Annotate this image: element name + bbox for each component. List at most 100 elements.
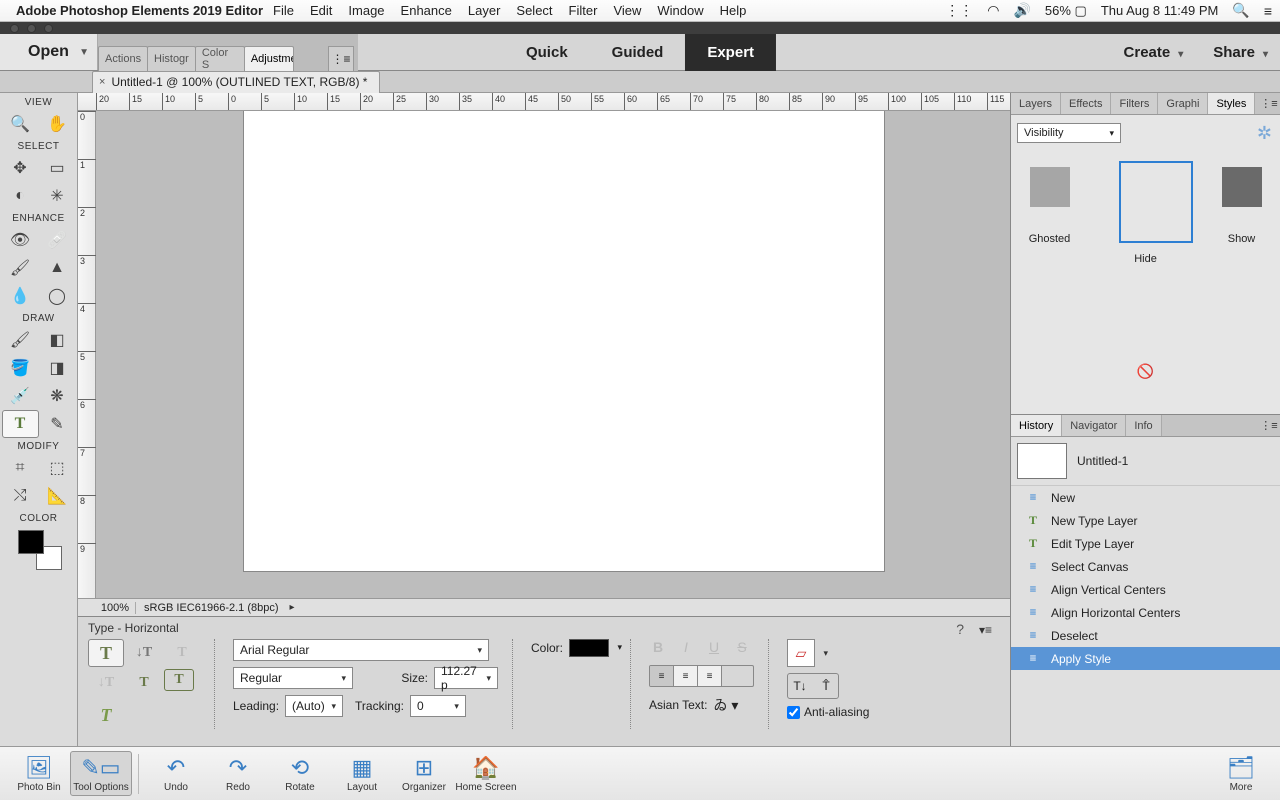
palette-tab-color-swatches[interactable]: Color S [195, 46, 245, 71]
text-orientation-swatch[interactable]: ▱ [787, 639, 815, 667]
volume-icon[interactable]: 🔊 [1013, 2, 1030, 19]
type-vertical-button[interactable]: ↓T [126, 639, 162, 667]
menu-window[interactable]: Window [657, 3, 703, 18]
document-canvas[interactable] [244, 111, 884, 571]
window-zoom-button[interactable] [44, 24, 53, 33]
anti-aliasing-checkbox[interactable]: Anti-aliasing [787, 705, 869, 719]
type-mask-horizontal-button[interactable]: T [164, 639, 200, 667]
mode-guided[interactable]: Guided [590, 34, 686, 71]
clock[interactable]: Thu Aug 8 11:49 PM [1101, 3, 1219, 18]
task-redo[interactable]: ↷Redo [207, 752, 269, 795]
open-button[interactable]: Open▼ [0, 34, 98, 70]
share-button[interactable]: Share [1213, 44, 1268, 61]
styles-settings-icon[interactable]: ✲ [1257, 123, 1272, 144]
ruler-horizontal[interactable]: 2015105051015202530354045505560657075808… [78, 93, 1010, 111]
panel-tab-effects[interactable]: Effects [1061, 93, 1111, 114]
menu-layer[interactable]: Layer [468, 3, 501, 18]
task-layout[interactable]: ▦Layout [331, 752, 393, 795]
palette-tab-adjustments[interactable]: Adjustments [244, 46, 294, 71]
text-color-swatch[interactable] [569, 639, 609, 657]
warp-text-button[interactable]: T̂ [814, 674, 838, 698]
marquee-tool[interactable]: ▭ [39, 154, 76, 182]
pencil-tool[interactable]: ✎ [39, 410, 76, 438]
style-ghosted[interactable]: Ghosted [1023, 167, 1077, 265]
history-step[interactable]: ≡Align Vertical Centers [1011, 578, 1280, 601]
menu-filter[interactable]: Filter [569, 3, 598, 18]
redeye-tool[interactable]: 👁 [2, 226, 39, 254]
asian-text-dropdown[interactable]: ゐ ▾ [713, 695, 738, 715]
close-document-icon[interactable]: × [99, 76, 105, 88]
panel-tab-layers[interactable]: Layers [1011, 93, 1061, 114]
style-show[interactable]: Show [1215, 167, 1269, 265]
mode-expert[interactable]: Expert [685, 34, 776, 71]
menu-enhance[interactable]: Enhance [401, 3, 452, 18]
menu-extras-icon[interactable]: ≡ [1264, 3, 1272, 19]
history-step[interactable]: ≡Deselect [1011, 624, 1280, 647]
history-flyout-icon[interactable]: ⋮≡ [1258, 415, 1280, 436]
panel-tab-history[interactable]: History [1011, 415, 1062, 436]
hand-tool[interactable]: ✋ [39, 110, 76, 138]
palette-tab-actions[interactable]: Actions [98, 46, 148, 71]
task-home-screen[interactable]: 🏠Home Screen [455, 752, 517, 795]
task-undo[interactable]: ↶Undo [145, 752, 207, 795]
menu-file[interactable]: File [273, 3, 294, 18]
document-tab[interactable]: × Untitled-1 @ 100% (OUTLINED TEXT, RGB/… [92, 71, 380, 93]
type-horizontal-button[interactable]: T [88, 639, 124, 667]
italic-button[interactable]: I [677, 639, 695, 655]
sponge-tool[interactable]: ◯ [39, 282, 76, 310]
canvas-viewport[interactable] [96, 111, 1010, 598]
type-mask-vertical-button[interactable]: ↓T [88, 669, 124, 697]
underline-button[interactable]: U [705, 639, 723, 655]
crop-tool[interactable]: ⌗ [2, 454, 39, 482]
panel-tab-navigator[interactable]: Navigator [1062, 415, 1126, 436]
font-size-field[interactable]: 112.27 p [434, 667, 498, 689]
battery-status[interactable]: 56% ▢ [1045, 3, 1087, 19]
menu-view[interactable]: View [613, 3, 641, 18]
menu-help[interactable]: Help [720, 3, 747, 18]
clone-stamp-tool[interactable]: ▲ [39, 254, 76, 282]
color-profile-display[interactable]: sRGB IEC61966-2.1 (8bpc) [136, 602, 287, 614]
leading-dropdown[interactable]: (Auto) [285, 695, 343, 717]
task-more[interactable]: 🗂More [1210, 752, 1272, 795]
recompose-tool[interactable]: ⬚ [39, 454, 76, 482]
styles-category-dropdown[interactable]: Visibility [1017, 123, 1121, 143]
style-hide[interactable]: Hide [1119, 167, 1173, 265]
align-right-button[interactable]: ≡ [698, 666, 722, 686]
menu-image[interactable]: Image [348, 3, 384, 18]
history-step[interactable]: ≡Apply Style [1011, 647, 1280, 670]
tool-options-menu-icon[interactable]: ▾≡ [979, 623, 992, 637]
toggle-text-direction-button[interactable]: T↓ [788, 674, 812, 698]
history-step[interactable]: ≡Select Canvas [1011, 555, 1280, 578]
task-rotate[interactable]: ⟲Rotate [269, 752, 331, 795]
zoom-tool[interactable]: 🔍 [2, 110, 39, 138]
history-snapshot[interactable]: Untitled-1 [1011, 437, 1280, 486]
bluetooth-icon[interactable]: ⋮⋮ [945, 2, 973, 19]
gradient-tool[interactable]: ◨ [39, 354, 76, 382]
shape-tool[interactable]: ❋ [39, 382, 76, 410]
tracking-field[interactable]: 0 [410, 695, 466, 717]
smart-brush-tool[interactable]: 🖌 [2, 254, 39, 282]
menu-edit[interactable]: Edit [310, 3, 332, 18]
window-minimize-button[interactable] [27, 24, 36, 33]
panel-tab-styles[interactable]: Styles [1208, 93, 1255, 114]
task-organizer[interactable]: ⊞Organizer [393, 752, 455, 795]
strikethrough-button[interactable]: S [733, 639, 751, 655]
lasso-tool[interactable]: ◐ [2, 182, 39, 210]
color-picker[interactable] [16, 530, 62, 570]
type-on-shape-button[interactable]: T [164, 669, 194, 691]
tool-options-help-icon[interactable]: ? [956, 621, 964, 637]
foreground-color-swatch[interactable] [18, 530, 44, 554]
magic-wand-tool[interactable]: ✳ [39, 182, 76, 210]
history-step[interactable]: ≡Align Horizontal Centers [1011, 601, 1280, 624]
menu-select[interactable]: Select [516, 3, 552, 18]
ruler-vertical[interactable]: 0123456789 [78, 111, 96, 598]
app-name[interactable]: Adobe Photoshop Elements 2019 Editor [16, 3, 263, 18]
align-center-button[interactable]: ≡ [674, 666, 698, 686]
spot-heal-tool[interactable]: 🩹 [39, 226, 76, 254]
palette-tab-options[interactable]: ⋮≡ [328, 46, 354, 71]
history-step[interactable]: TNew Type Layer [1011, 509, 1280, 532]
type-tool[interactable]: T [2, 410, 39, 438]
palette-tab-histogram[interactable]: Histogr [147, 46, 196, 71]
straighten-tool[interactable]: 📐 [39, 482, 76, 510]
panel-tab-filters[interactable]: Filters [1111, 93, 1158, 114]
